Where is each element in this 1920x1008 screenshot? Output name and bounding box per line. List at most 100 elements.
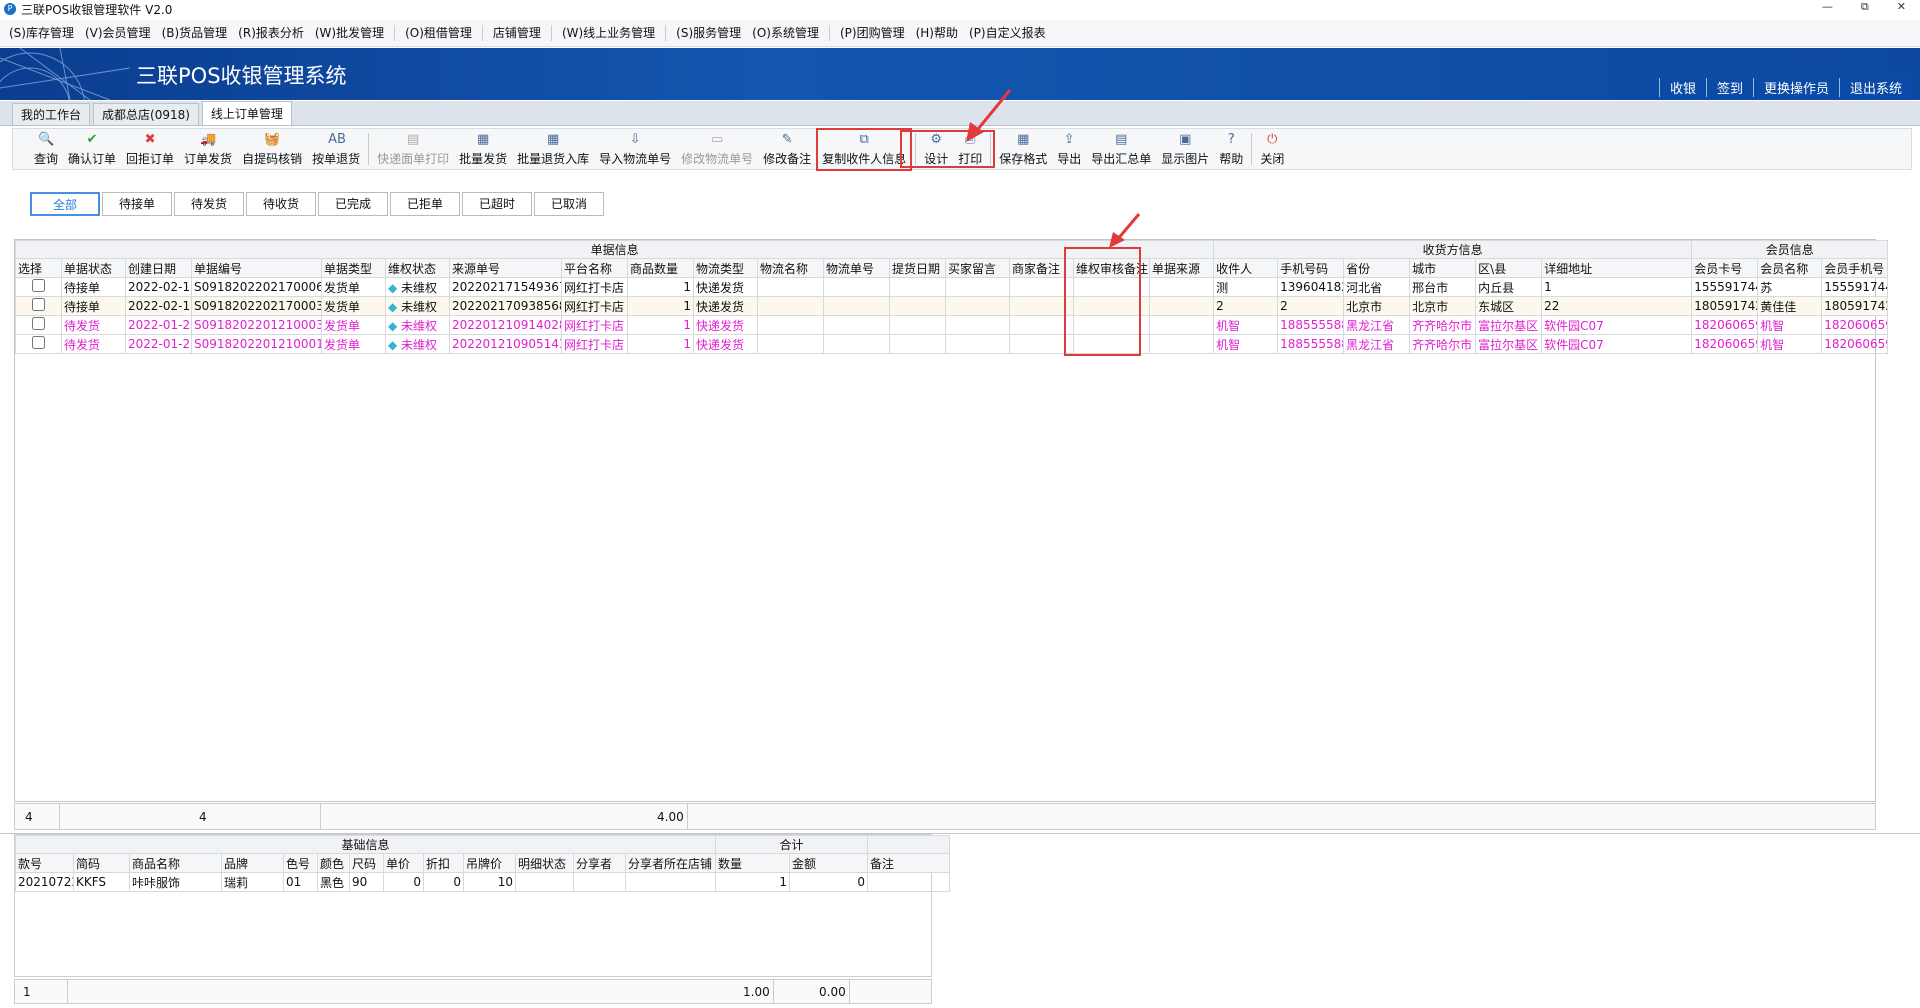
restore-icon[interactable]: ⧉ <box>1861 0 1869 14</box>
toolbar-button[interactable]: ▤ 快递面单打印 <box>372 132 454 167</box>
column-header[interactable]: 简码 <box>73 853 130 873</box>
tab-0[interactable]: 我的工作台 <box>12 103 91 125</box>
table-row[interactable]: 待发货 2022-01-21 S0918202201210003 发货单 ◆ 未维权 20… <box>15 315 1889 335</box>
table-row[interactable]: 待发货 2022-01-21 S0918202201210001 发货单 ◆ 未维权 20… <box>15 334 1889 354</box>
menu-item[interactable]: (P)自定义报表 <box>964 20 1051 47</box>
table-row[interactable]: 待接单 2022-02-17 S0918202202170003 发货单 ◆ 未维权 20… <box>15 296 1889 316</box>
filter-button[interactable]: 已取消 <box>534 192 604 216</box>
toolbar-button[interactable]: 🔍 查询 <box>29 132 63 167</box>
menu-item[interactable]: (P)团购管理 <box>835 20 910 47</box>
table-cell[interactable] <box>15 296 62 316</box>
column-header[interactable]: 备注 <box>867 853 951 873</box>
table-cell[interactable] <box>15 315 62 335</box>
toolbar-button[interactable]: ✎ 修改备注 <box>758 132 816 167</box>
header-link[interactable]: 签到 <box>1705 77 1753 97</box>
column-header[interactable]: 维权状态 <box>385 258 450 278</box>
column-header[interactable]: 颜色 <box>317 853 350 873</box>
column-header[interactable]: 金额 <box>788 853 869 873</box>
column-header[interactable]: 款号 <box>15 853 74 873</box>
column-header[interactable]: 会员卡号 <box>1691 258 1759 278</box>
toolbar-button[interactable]: ✖ 回拒订单 <box>121 132 179 167</box>
toolbar-button[interactable]: ⏻ 关闭 <box>1255 132 1289 167</box>
header-link[interactable]: 更换操作员 <box>1752 77 1839 97</box>
column-header[interactable]: 物流单号 <box>823 258 890 278</box>
column-header[interactable]: 色号 <box>283 853 318 873</box>
column-header[interactable]: 物流类型 <box>693 258 758 278</box>
row-checkbox[interactable] <box>32 317 45 330</box>
table-cell[interactable] <box>15 334 62 354</box>
toolbar-button[interactable]: ⇩ 导入物流单号 <box>594 132 676 167</box>
column-header[interactable]: 数量 <box>715 853 790 873</box>
filter-button[interactable]: 待接单 <box>102 192 172 216</box>
menu-item[interactable]: (H)帮助 <box>911 20 963 47</box>
menu-item[interactable]: (S)库存管理 <box>4 20 79 47</box>
column-header[interactable]: 单据来源 <box>1148 258 1215 278</box>
toolbar-button[interactable]: ? 帮助 <box>1214 132 1248 167</box>
table-row[interactable]: 20210722001KKFS咔咔服饰瑞莉01黑色90001010 <box>15 872 951 892</box>
column-header[interactable]: 会员名称 <box>1757 258 1823 278</box>
column-header[interactable]: 省份 <box>1343 258 1411 278</box>
menu-item[interactable]: (O)租借管理 <box>400 20 477 47</box>
filter-button[interactable]: 全部 <box>30 192 100 216</box>
table-row[interactable]: 待接单 2022-02-17 S0918202202170006 发货单 ◆ 未维权 20… <box>15 277 1889 297</box>
tab-1[interactable]: 成都总店(0918) <box>93 103 199 125</box>
column-header[interactable]: 物流名称 <box>757 258 824 278</box>
toolbar-button[interactable]: ▦ 批量退货入库 <box>512 132 594 167</box>
column-header[interactable]: 明细状态 <box>515 853 574 873</box>
header-link[interactable]: 收银 <box>1658 77 1706 97</box>
toolbar-button[interactable]: ▭ 修改物流单号 <box>676 132 758 167</box>
tab-2[interactable]: 线上订单管理 <box>201 101 292 125</box>
menu-item[interactable]: (R)报表分析 <box>233 20 309 47</box>
toolbar-button[interactable]: ▣ 显示图片 <box>1156 132 1214 167</box>
menu-item[interactable]: (V)会员管理 <box>80 20 156 47</box>
menu-item[interactable]: 店铺管理 <box>488 20 546 47</box>
column-header[interactable]: 品牌 <box>221 853 284 873</box>
column-header[interactable]: 吊牌价 <box>463 853 516 873</box>
toolbar-button[interactable]: ⇪ 导出 <box>1052 132 1086 167</box>
column-header[interactable]: 区\县 <box>1475 258 1543 278</box>
column-header[interactable]: 会员手机号 <box>1821 258 1889 278</box>
header-link[interactable]: 退出系统 <box>1838 77 1912 97</box>
toolbar-button[interactable]: ⧉ 复制收件人信息 <box>816 127 913 171</box>
column-header[interactable]: 创建日期 <box>125 258 192 278</box>
toolbar-button[interactable]: ▦ 批量发货 <box>454 132 512 167</box>
column-header[interactable]: 折扣 <box>423 853 464 873</box>
column-header[interactable]: 手机号码 <box>1277 258 1345 278</box>
close-icon[interactable]: ✕ <box>1897 0 1906 14</box>
row-checkbox[interactable] <box>32 279 45 292</box>
column-header[interactable]: 单据编号 <box>191 258 322 278</box>
column-header[interactable]: 来源单号 <box>449 258 562 278</box>
column-header[interactable]: 收件人 <box>1213 258 1279 278</box>
column-header[interactable]: 分享者 <box>573 853 626 873</box>
filter-button[interactable]: 已超时 <box>462 192 532 216</box>
column-header[interactable]: 单据类型 <box>321 258 386 278</box>
column-header[interactable]: 买家留言 <box>945 258 1010 278</box>
filter-button[interactable]: 已拒单 <box>390 192 460 216</box>
column-header[interactable]: 选择 <box>15 258 62 278</box>
column-header[interactable]: 分享者所在店铺 <box>625 853 716 873</box>
row-checkbox[interactable] <box>32 298 45 311</box>
table-cell[interactable] <box>15 277 62 297</box>
column-header[interactable]: 尺码 <box>349 853 384 873</box>
column-header[interactable]: 提货日期 <box>889 258 946 278</box>
filter-button[interactable]: 待发货 <box>174 192 244 216</box>
row-checkbox[interactable] <box>32 336 45 349</box>
filter-button[interactable]: 待收货 <box>246 192 316 216</box>
column-header[interactable]: 平台名称 <box>561 258 628 278</box>
menu-item[interactable]: (O)系统管理 <box>747 20 824 47</box>
menu-item[interactable]: (S)服务管理 <box>671 20 746 47</box>
column-header[interactable]: 单价 <box>383 853 424 873</box>
column-header[interactable]: 商品名称 <box>129 853 222 873</box>
menu-item[interactable]: (B)货品管理 <box>157 20 233 47</box>
toolbar-button[interactable]: 🚚 订单发货 <box>179 132 237 167</box>
filter-button[interactable]: 已完成 <box>318 192 388 216</box>
menu-item[interactable]: (W)批发管理 <box>310 20 389 47</box>
toolbar-button[interactable]: AB 按单退货 <box>307 132 365 167</box>
minimize-icon[interactable]: — <box>1822 0 1833 14</box>
menu-item[interactable]: (W)线上业务管理 <box>557 20 660 47</box>
toolbar-button[interactable]: ▤ 导出汇总单 <box>1086 132 1156 167</box>
toolbar-button[interactable]: 🧺 自提码核销 <box>237 132 307 167</box>
column-header[interactable]: 城市 <box>1409 258 1477 278</box>
column-header[interactable]: 单据状态 <box>61 258 126 278</box>
column-header[interactable]: 详细地址 <box>1541 258 1693 278</box>
